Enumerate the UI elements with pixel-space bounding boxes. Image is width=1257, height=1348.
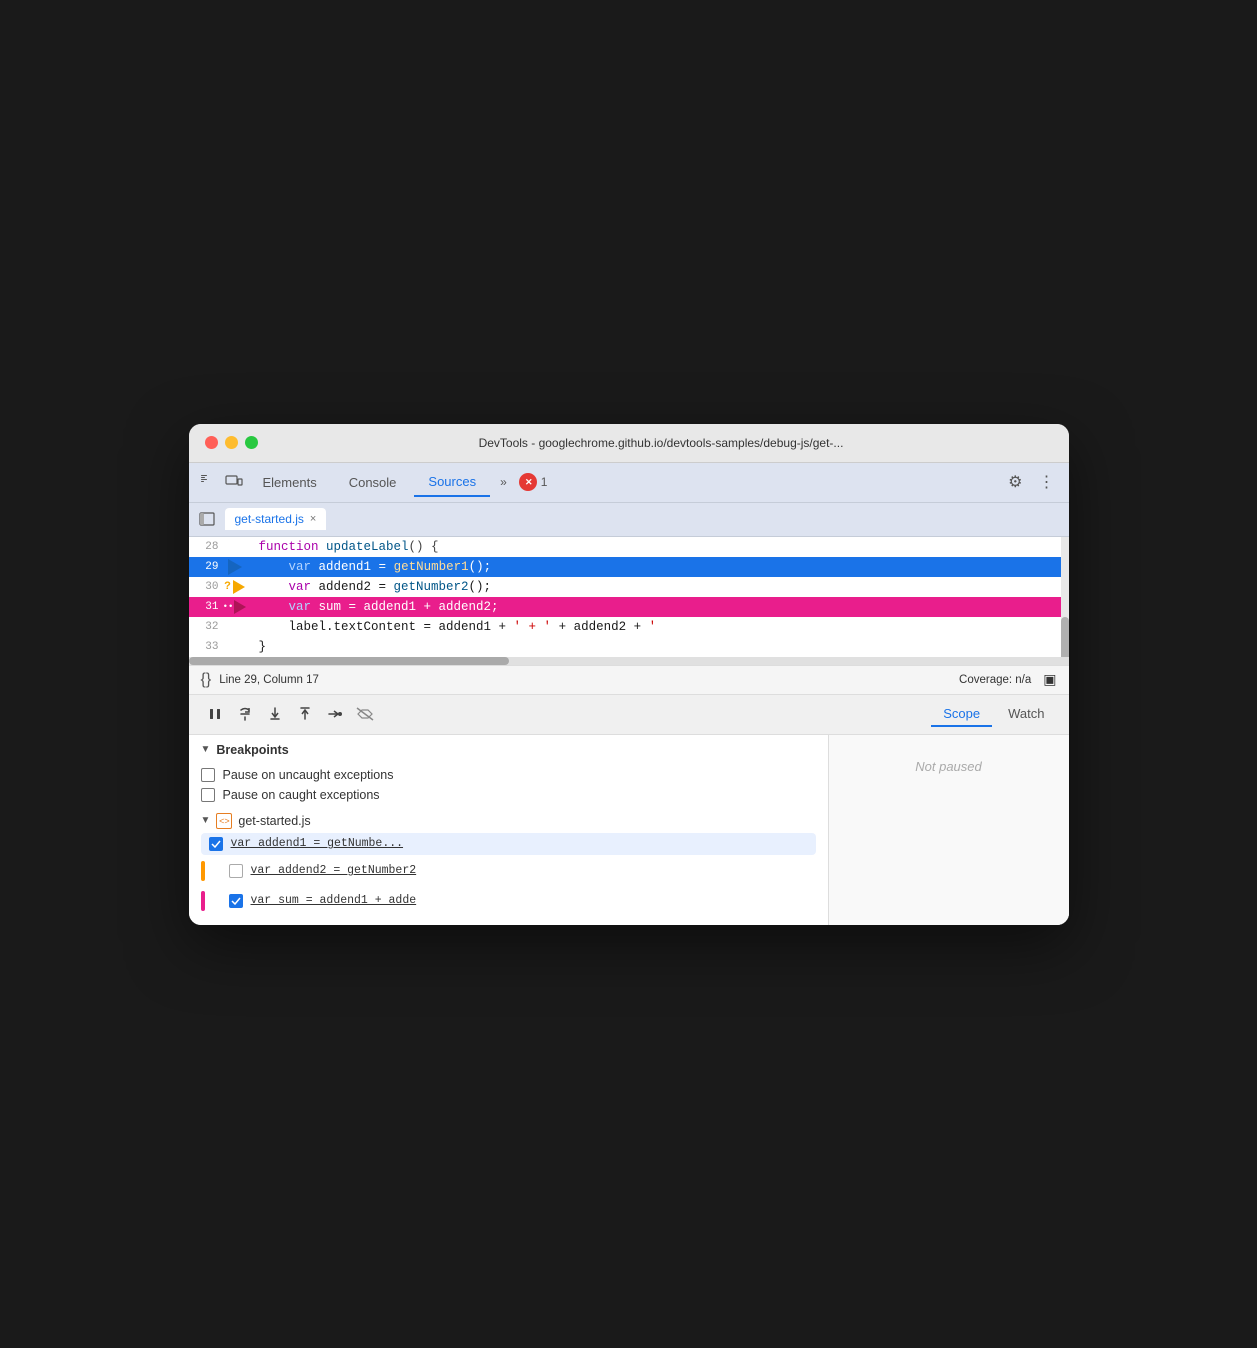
close-button[interactable] — [205, 436, 218, 449]
settings-icon[interactable]: ⚙ — [1002, 468, 1028, 496]
line-content-30: var addend2 = getNumber2(); — [243, 577, 492, 597]
step-over-button[interactable] — [231, 700, 259, 728]
svg-text:✕: ✕ — [525, 477, 533, 487]
tab-scope[interactable]: Scope — [931, 702, 992, 727]
code-line-30: 30 ? var addend2 = getNumber2(); — [189, 577, 1069, 597]
error-badge: ✕ — [519, 473, 537, 491]
file-icon: <> — [216, 813, 232, 829]
bp-check-1[interactable] — [209, 837, 223, 851]
bp-side-mark-3 — [201, 891, 205, 911]
status-right: Coverage: n/a ▣ — [959, 671, 1056, 688]
bp-check-2[interactable] — [229, 864, 243, 878]
breakpoint-item-1[interactable]: var addend1 = getNumbe... — [201, 833, 816, 855]
file-tab-bar: get-started.js × — [189, 503, 1069, 537]
line-content-31: var sum = addend1 + addend2; — [243, 597, 499, 617]
file-tab-close-icon[interactable]: × — [310, 513, 316, 525]
step-button[interactable] — [321, 700, 349, 728]
scope-watch-tabs: Scope Watch — [931, 702, 1056, 727]
pause-button[interactable] — [201, 700, 229, 728]
bp-check-3[interactable] — [229, 894, 243, 908]
pause-caught-label: Pause on caught exceptions — [223, 788, 380, 802]
breakpoint-area-31[interactable]: •• — [227, 597, 243, 617]
horizontal-scrollbar[interactable] — [189, 657, 1069, 665]
code-line-28: 28 function updateLabel() { — [189, 537, 1069, 557]
responsive-icon[interactable] — [223, 471, 245, 493]
devtools-window: DevTools - googlechrome.github.io/devtoo… — [189, 424, 1069, 925]
line-column-info: Line 29, Column 17 — [219, 674, 319, 686]
more-options-icon[interactable]: ⋮ — [1033, 468, 1061, 496]
bp-text-1: var addend1 = getNumbe... — [231, 837, 404, 850]
breakpoint-area-30[interactable]: ? — [227, 577, 243, 597]
cursor-icon[interactable] — [197, 471, 219, 493]
bp-text-3: var sum = addend1 + adde — [251, 894, 417, 907]
line-number-29: 29 — [189, 557, 227, 577]
tab-elements[interactable]: Elements — [249, 469, 331, 496]
left-panel: ▼ Breakpoints Pause on uncaught exceptio… — [189, 735, 829, 925]
tab-watch[interactable]: Watch — [996, 702, 1056, 727]
code-line-31: 31 •• var sum = addend1 + addend2; — [189, 597, 1069, 617]
breakpoints-header: ▼ Breakpoints — [201, 743, 816, 757]
code-line-33: 33 } — [189, 637, 1069, 657]
status-bar: {} Line 29, Column 17 Coverage: n/a ▣ — [189, 665, 1069, 695]
tab-sources[interactable]: Sources — [414, 468, 490, 497]
line-content-33: } — [243, 637, 267, 657]
step-out-button[interactable] — [291, 700, 319, 728]
sidebar-toggle-icon[interactable] — [197, 509, 217, 529]
line-content-29: var addend1 = getNumber1(); — [243, 557, 492, 577]
bp-side-mark-2 — [201, 861, 205, 881]
file-expand-icon[interactable]: ▼ — [201, 815, 211, 826]
window-title: DevTools - googlechrome.github.io/devtoo… — [270, 436, 1053, 450]
error-count: 1 — [541, 475, 548, 489]
line-content-28: function updateLabel() { — [243, 537, 439, 557]
maximize-button[interactable] — [245, 436, 258, 449]
file-tab-name: get-started.js — [235, 512, 304, 526]
file-tab-get-started[interactable]: get-started.js × — [225, 508, 327, 530]
expand-icon[interactable]: ▼ — [201, 744, 211, 755]
breakpoint-item-3[interactable]: var sum = addend1 + adde — [201, 887, 816, 915]
right-panel: Not paused — [829, 735, 1069, 925]
main-panel: ▼ Breakpoints Pause on uncaught exceptio… — [189, 735, 1069, 925]
code-editor[interactable]: 28 function updateLabel() { 29 var adden… — [189, 537, 1069, 657]
line-content-32: label.textContent = addend1 + ' + ' + ad… — [243, 617, 657, 637]
line-number-28: 28 — [189, 537, 227, 557]
debug-toolbar: Scope Watch — [189, 695, 1069, 735]
coverage-info: Coverage: n/a — [959, 674, 1031, 686]
tab-bar: Elements Console Sources » ✕ 1 ⚙ ⋮ — [189, 463, 1069, 503]
step-into-button[interactable] — [261, 700, 289, 728]
coverage-icon[interactable]: ▣ — [1043, 671, 1056, 688]
window-controls — [205, 436, 258, 449]
code-line-32: 32 label.textContent = addend1 + ' + ' +… — [189, 617, 1069, 637]
breakpoints-section: ▼ Breakpoints Pause on uncaught exceptio… — [189, 735, 828, 925]
line-number-32: 32 — [189, 617, 227, 637]
tab-console[interactable]: Console — [335, 469, 411, 496]
pause-uncaught-checkbox[interactable] — [201, 768, 215, 782]
pause-caught-checkbox[interactable] — [201, 788, 215, 802]
tab-more-button[interactable]: » — [494, 471, 513, 493]
bp-text-2: var addend2 = getNumber2 — [251, 864, 417, 877]
pause-caught-row: Pause on caught exceptions — [201, 785, 816, 805]
vertical-scrollbar[interactable] — [1061, 537, 1069, 657]
line-number-33: 33 — [189, 637, 227, 657]
breakpoint-filename: get-started.js — [238, 814, 310, 828]
line-number-30: 30 — [189, 577, 227, 597]
horizontal-scrollbar-thumb[interactable] — [189, 657, 509, 665]
breakpoints-title: Breakpoints — [216, 743, 288, 757]
title-bar: DevTools - googlechrome.github.io/devtoo… — [189, 424, 1069, 463]
deactivate-breakpoints-button[interactable] — [351, 700, 379, 728]
line-number-31: 31 — [189, 597, 227, 617]
breakpoint-file-header: ▼ <> get-started.js — [201, 813, 816, 829]
code-line-29: 29 var addend1 = getNumber1(); — [189, 557, 1069, 577]
not-paused-message: Not paused — [829, 735, 1069, 798]
breakpoint-area-29[interactable] — [227, 559, 243, 575]
breakpoint-item-2[interactable]: var addend2 = getNumber2 — [201, 857, 816, 885]
pause-uncaught-row: Pause on uncaught exceptions — [201, 765, 816, 785]
format-icon[interactable]: {} — [201, 671, 212, 689]
scrollbar-thumb[interactable] — [1061, 617, 1069, 657]
pause-uncaught-label: Pause on uncaught exceptions — [223, 768, 394, 782]
minimize-button[interactable] — [225, 436, 238, 449]
status-left: {} Line 29, Column 17 — [201, 671, 319, 689]
